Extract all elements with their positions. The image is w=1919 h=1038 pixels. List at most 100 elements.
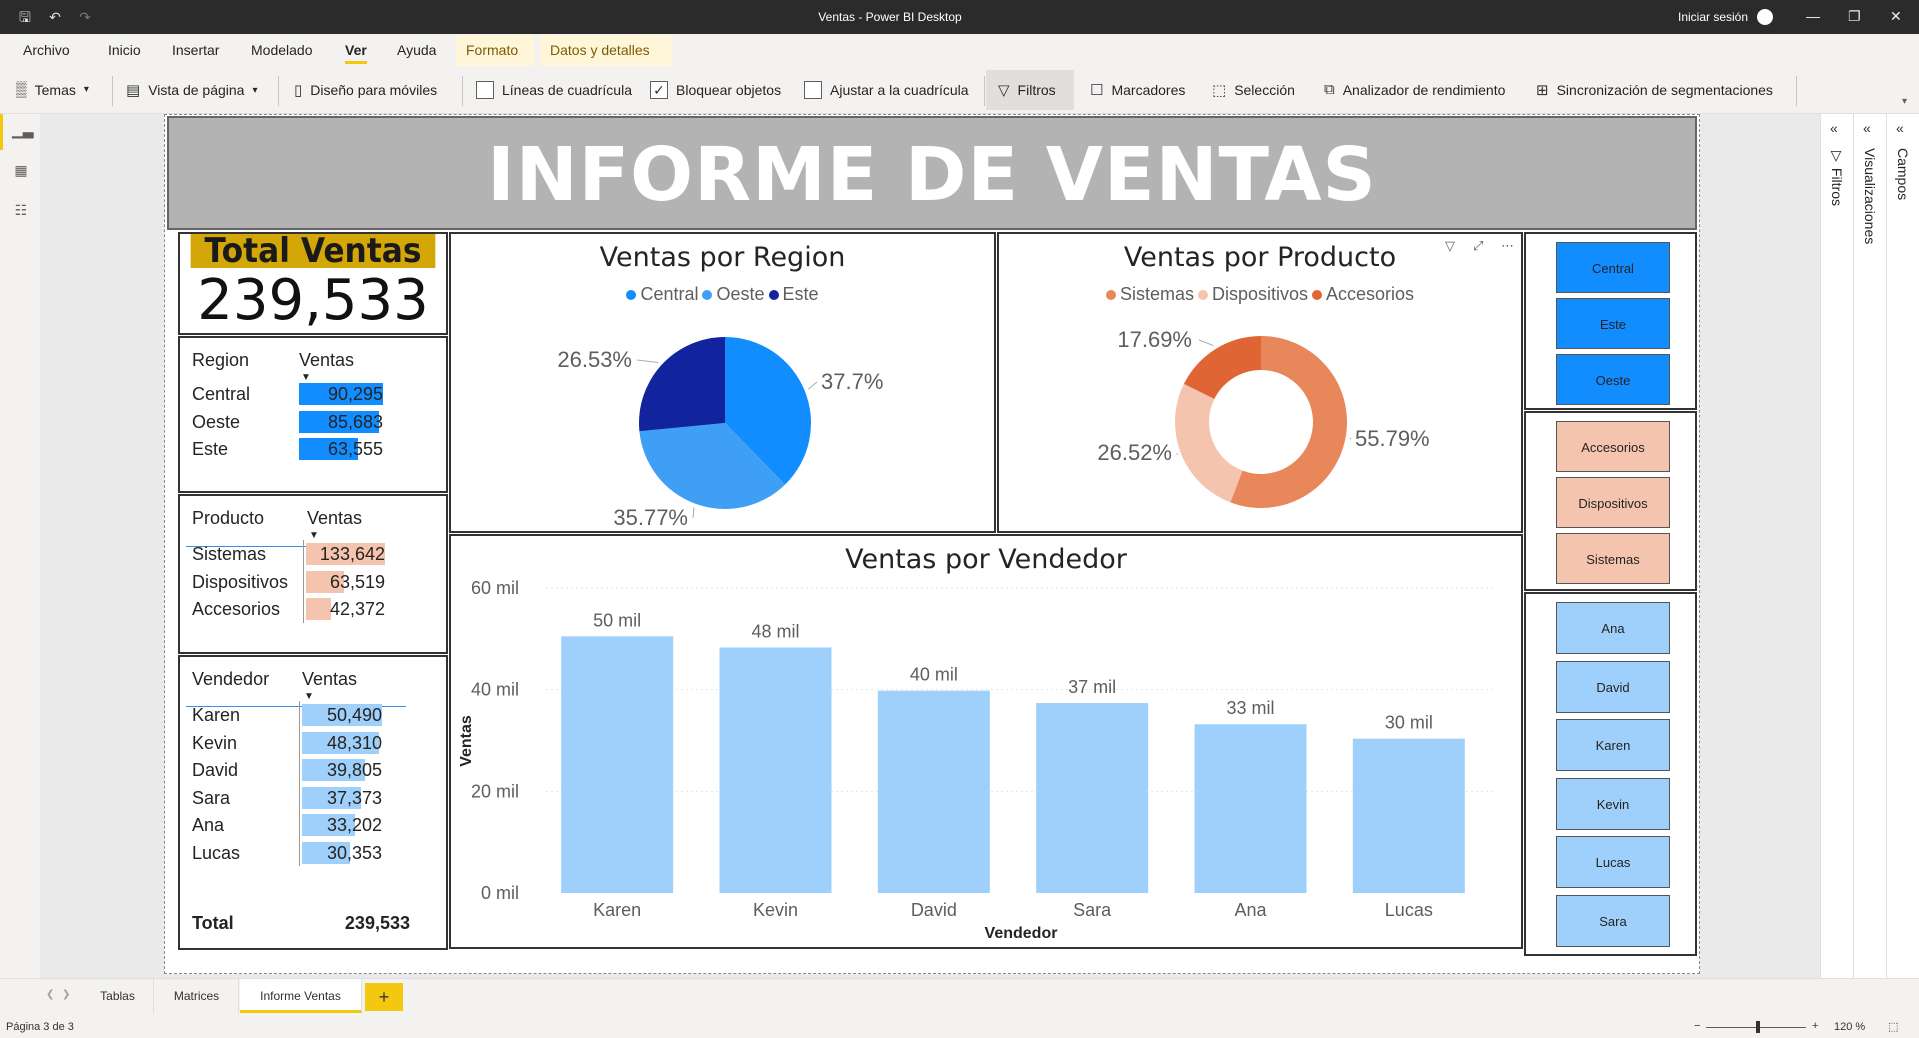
- tab-insertar[interactable]: Insertar: [172, 42, 219, 58]
- report-view-icon[interactable]: ▁▃: [12, 122, 34, 140]
- tab-modelado[interactable]: Modelado: [251, 42, 313, 58]
- restore-icon[interactable]: ❐: [1848, 8, 1861, 25]
- producto-table[interactable]: Producto Ventas ▼ Sistemas 133,642 Disposi…: [178, 494, 448, 654]
- bar[interactable]: [561, 636, 674, 893]
- tab-ayuda[interactable]: Ayuda: [397, 42, 436, 58]
- model-view-icon[interactable]: ☷: [12, 202, 30, 220]
- marcadores-button[interactable]: ☐ Marcadores: [1090, 81, 1185, 99]
- bar[interactable]: [719, 647, 832, 893]
- temas-button[interactable]: ▒ Temas ▾: [16, 81, 89, 98]
- page-tab-informe-ventas[interactable]: Informe Ventas: [240, 979, 362, 1013]
- bar[interactable]: [1352, 738, 1465, 893]
- producto-slicer[interactable]: Accesorios Dispositivos Sistemas: [1524, 411, 1697, 591]
- tab-inicio[interactable]: Inicio: [108, 42, 141, 58]
- diseno-moviles-button[interactable]: ▯ Diseño para móviles: [294, 81, 437, 99]
- expand-pane-icon[interactable]: «: [1863, 120, 1871, 136]
- slicer-button-oeste[interactable]: Oeste: [1556, 354, 1670, 405]
- vendedor-table[interactable]: Vendedor Ventas ▼ Karen 50,490 Kevin 48,310…: [178, 655, 448, 950]
- fit-page-icon[interactable]: ⬚: [1888, 1020, 1898, 1033]
- tab-ver[interactable]: Ver: [345, 42, 367, 64]
- bar[interactable]: [877, 690, 990, 893]
- slicer-button-este[interactable]: Este: [1556, 298, 1670, 349]
- slicer-button-david[interactable]: David: [1556, 660, 1670, 713]
- pie-slice[interactable]: [1183, 336, 1261, 399]
- table-row[interactable]: Ana 33,202: [192, 811, 432, 841]
- expand-pane-icon[interactable]: «: [1830, 120, 1838, 136]
- sincronizacion-button[interactable]: ⊞ Sincronización de segmentaciones: [1536, 81, 1773, 99]
- page-tab-tablas[interactable]: Tablas: [82, 979, 154, 1013]
- tab-archivo[interactable]: Archivo: [23, 42, 70, 58]
- expand-pane-icon[interactable]: «: [1896, 120, 1904, 136]
- table-row[interactable]: Central 90,295: [192, 380, 432, 410]
- table-row[interactable]: Lucas 30,353: [192, 838, 432, 869]
- slicer-button-ana[interactable]: Ana: [1556, 602, 1670, 654]
- filtros-pane[interactable]: « ▽ Filtros: [1820, 114, 1853, 978]
- slicer-button-kevin[interactable]: Kevin: [1556, 777, 1670, 830]
- bar[interactable]: [1036, 703, 1149, 893]
- filtros-pane-label[interactable]: ▽ Filtros: [1829, 148, 1845, 206]
- region-slicer[interactable]: Central Este Oeste: [1524, 232, 1697, 410]
- row-label: Dispositivos: [192, 571, 289, 592]
- ventas-por-producto-chart[interactable]: Ventas por Producto Sistemas Dispositivos…: [997, 232, 1523, 533]
- table-row[interactable]: Karen 50,490: [192, 701, 432, 731]
- campos-pane-label[interactable]: Campos: [1895, 148, 1911, 200]
- tab-datos-detalles[interactable]: Datos y detalles: [540, 35, 672, 66]
- ventas-por-region-chart[interactable]: Ventas por Region Central Oeste Este 37.7%…: [449, 232, 996, 533]
- col-header-producto[interactable]: Producto: [192, 508, 264, 529]
- table-row[interactable]: Oeste 85,683: [192, 408, 432, 438]
- seleccion-button[interactable]: ⬚ Selección: [1212, 81, 1295, 99]
- ribbon-collapse-icon[interactable]: ▾: [1902, 96, 1907, 107]
- total-ventas-card[interactable]: Total Ventas 239,533: [178, 232, 448, 335]
- col-header-vendedor[interactable]: Vendedor: [192, 669, 269, 690]
- slicer-button-sara[interactable]: Sara: [1556, 894, 1670, 947]
- bar[interactable]: [1194, 724, 1307, 893]
- col-header-ventas[interactable]: Ventas: [302, 669, 357, 690]
- pie-svg: 37.7% 35.77% 26.53%: [557, 337, 883, 530]
- report-title-banner[interactable]: INFORME DE VENTAS: [167, 116, 1697, 230]
- table-row[interactable]: Sistemas 133,642: [192, 540, 432, 570]
- visualizaciones-pane[interactable]: « Visualizaciones: [1853, 114, 1886, 978]
- add-page-button[interactable]: +: [365, 983, 403, 1011]
- slicer-button-karen[interactable]: Karen: [1556, 719, 1670, 771]
- signin-link[interactable]: Iniciar sesión: [1678, 10, 1748, 24]
- bloquear-objetos-checkbox[interactable]: ✓ Bloquear objetos: [650, 81, 781, 99]
- region-table[interactable]: Region Ventas ▼ Central 90,295 Oeste 85,683…: [178, 336, 448, 493]
- zoom-level[interactable]: 120 %: [1834, 1021, 1865, 1033]
- next-page-icon[interactable]: ❯: [62, 989, 70, 1000]
- col-header-ventas[interactable]: Ventas: [299, 350, 354, 371]
- close-icon[interactable]: ✕: [1890, 8, 1902, 25]
- slicer-button-central[interactable]: Central: [1556, 242, 1670, 293]
- ajustar-cuadricula-checkbox[interactable]: Ajustar a la cuadrícula: [804, 81, 969, 99]
- table-row[interactable]: Dispositivos 63,519: [192, 567, 432, 598]
- slicer-button-dispositivos[interactable]: Dispositivos: [1556, 477, 1670, 528]
- table-row[interactable]: Este 63,555: [192, 435, 432, 465]
- analizador-button[interactable]: ⧉ Analizador de rendimiento: [1324, 81, 1505, 98]
- zoom-slider-thumb[interactable]: [1756, 1021, 1760, 1033]
- zoom-in-icon[interactable]: +: [1812, 1020, 1818, 1032]
- campos-pane[interactable]: « Campos: [1886, 114, 1919, 978]
- table-row[interactable]: Sara 37,373: [192, 783, 432, 814]
- pie-slice[interactable]: [639, 337, 725, 432]
- table-row[interactable]: Kevin 48,310: [192, 728, 432, 759]
- visualizaciones-pane-label[interactable]: Visualizaciones: [1862, 148, 1878, 244]
- vendedor-slicer[interactable]: Ana David Karen Kevin Lucas Sara: [1524, 592, 1697, 956]
- avatar[interactable]: [1757, 9, 1773, 25]
- slicer-button-lucas[interactable]: Lucas: [1556, 836, 1670, 888]
- tab-formato[interactable]: Formato: [456, 35, 534, 66]
- filtros-button[interactable]: ▽ Filtros: [998, 81, 1056, 99]
- table-row[interactable]: David 39,805: [192, 756, 432, 786]
- prev-page-icon[interactable]: ❮: [46, 989, 54, 1000]
- col-header-region[interactable]: Region: [192, 350, 249, 371]
- table-row[interactable]: Accesorios 42,372: [192, 595, 432, 625]
- zoom-out-icon[interactable]: −: [1694, 1020, 1700, 1032]
- pie-slice[interactable]: [1175, 383, 1243, 503]
- vista-pagina-button[interactable]: ▤ Vista de página ▾: [126, 81, 257, 99]
- lineas-cuadricula-checkbox[interactable]: Líneas de cuadrícula: [476, 81, 632, 99]
- slicer-button-sistemas[interactable]: Sistemas: [1556, 533, 1670, 584]
- page-tab-matrices[interactable]: Matrices: [155, 979, 239, 1013]
- col-header-ventas[interactable]: Ventas: [307, 508, 362, 529]
- data-view-icon[interactable]: ▦: [12, 162, 30, 180]
- minimize-icon[interactable]: —: [1806, 8, 1820, 24]
- ventas-por-vendedor-chart[interactable]: Ventas por Vendedor 0 mil 20 mil 40 mil 60 …: [449, 534, 1523, 949]
- slicer-button-accesorios[interactable]: Accesorios: [1556, 421, 1670, 472]
